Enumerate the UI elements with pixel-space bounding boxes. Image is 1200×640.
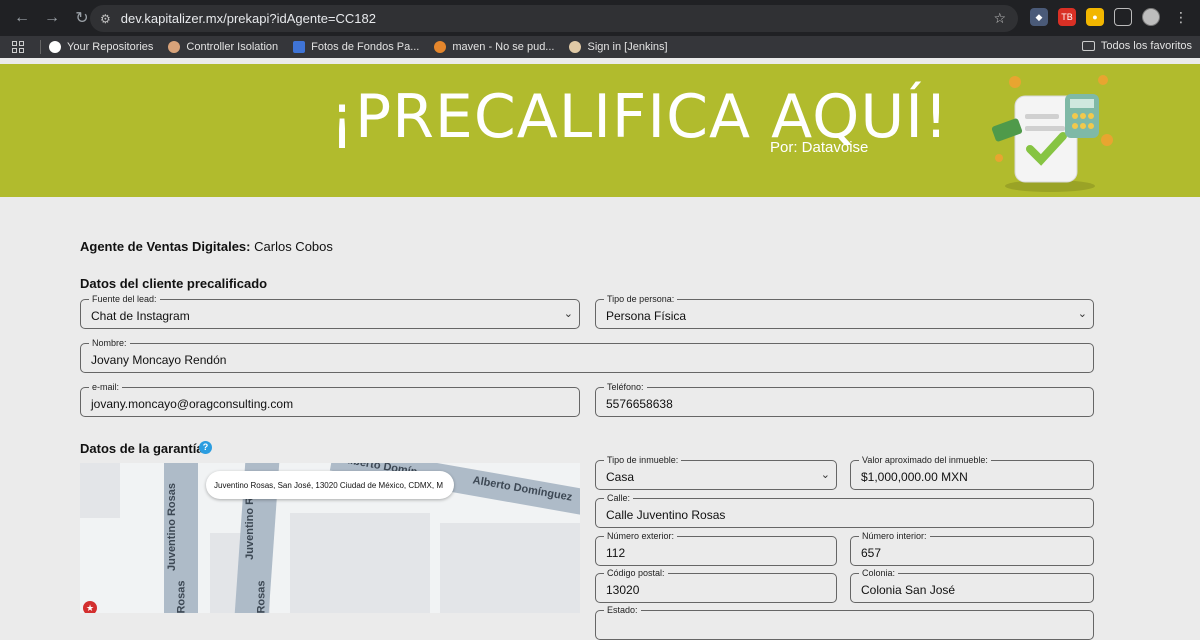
field-value: 5576658638 bbox=[606, 397, 673, 411]
street-field[interactable]: Calle: Calle Juventino Rosas bbox=[595, 492, 1094, 528]
email-field[interactable]: e-mail: jovany.moncayo@oragconsulting.co… bbox=[80, 381, 580, 417]
field-label: Calle: bbox=[604, 492, 634, 504]
map-pin-icon[interactable]: ★ bbox=[83, 601, 97, 613]
help-icon[interactable]: ? bbox=[199, 441, 212, 454]
map-street-label: Juventino Ro bbox=[243, 490, 256, 560]
map-block bbox=[80, 463, 120, 518]
postal-code-field[interactable]: Código postal: 13020 bbox=[595, 567, 837, 603]
github-icon bbox=[49, 41, 61, 53]
site-info-icon[interactable]: ⚙ bbox=[100, 12, 111, 26]
field-label: Código postal: bbox=[604, 567, 668, 579]
back-icon[interactable]: ← bbox=[8, 4, 36, 32]
bookmark-item[interactable]: maven - No se pud... bbox=[434, 41, 554, 53]
chevron-down-icon: ⌄ bbox=[1077, 308, 1087, 320]
bookmark-item[interactable]: Fotos de Fondos Pa... bbox=[293, 41, 419, 53]
field-label: Teléfono: bbox=[604, 381, 647, 393]
bookmark-item[interactable]: Your Repositories bbox=[49, 41, 153, 53]
field-value: Persona Física bbox=[606, 309, 687, 323]
all-bookmarks[interactable]: Todos los favoritos bbox=[1081, 40, 1192, 52]
bookmark-item[interactable]: Controller Isolation bbox=[168, 41, 278, 53]
guarantee-section-title: Datos de la garantía bbox=[80, 441, 204, 456]
field-value: Calle Juventino Rosas bbox=[606, 508, 726, 522]
agent-label: Agente de Ventas Digitales: bbox=[80, 239, 251, 254]
field-label: Número interior: bbox=[859, 530, 930, 542]
folder-icon bbox=[1081, 41, 1095, 51]
form-content: Agente de Ventas Digitales: Carlos Cobos… bbox=[0, 197, 1200, 640]
extension-icon[interactable]: ● bbox=[1086, 8, 1104, 26]
bookmark-item[interactable]: Sign in [Jenkins] bbox=[569, 41, 668, 53]
extension-icon[interactable]: TB bbox=[1058, 8, 1076, 26]
bookmarks-separator bbox=[40, 40, 41, 54]
colonia-field[interactable]: Colonia: Colonia San José bbox=[850, 567, 1094, 603]
field-value: 112 bbox=[606, 546, 626, 560]
hero-subtitle: Por: Datavoise bbox=[770, 139, 869, 156]
client-section-title: Datos del cliente precalificado bbox=[80, 276, 268, 291]
bookmark-label: Your Repositories bbox=[67, 41, 154, 53]
agent-name: Carlos Cobos bbox=[254, 239, 333, 254]
jenkins-icon bbox=[569, 41, 582, 53]
url-text[interactable]: dev.kapitalizer.mx/prekapi?idAgente=CC18… bbox=[121, 11, 376, 26]
page-icon bbox=[293, 41, 306, 53]
phone-field[interactable]: Teléfono: 5576658638 bbox=[595, 381, 1094, 417]
field-value: 657 bbox=[861, 546, 882, 560]
forward-icon[interactable]: → bbox=[38, 4, 66, 32]
menu-icon[interactable]: ⋮ bbox=[1174, 9, 1188, 26]
bookmarks-bar: Your Repositories Controller Isolation F… bbox=[0, 36, 1200, 58]
receipt-calculator-icon bbox=[991, 75, 1113, 192]
property-type-select[interactable]: Tipo de inmueble: Casa ⌄ bbox=[595, 454, 837, 490]
int-number-field[interactable]: Número interior: 657 bbox=[850, 530, 1094, 566]
hero-banner: ¡PRECALIFICA AQUÍ! Por: Datavoise bbox=[0, 64, 1200, 197]
state-field[interactable]: Estado: bbox=[595, 604, 1094, 640]
agent-line: Agente de Ventas Digitales: Carlos Cobos bbox=[80, 239, 333, 254]
jenkins-icon bbox=[168, 41, 181, 53]
field-label: Tipo de inmueble: bbox=[604, 454, 682, 466]
field-label: Fuente del lead: bbox=[89, 293, 160, 305]
map-block bbox=[440, 523, 580, 613]
field-label: e-mail: bbox=[89, 381, 123, 393]
profile-avatar[interactable] bbox=[1142, 8, 1160, 26]
map-block bbox=[290, 513, 430, 613]
maven-icon bbox=[434, 41, 447, 53]
chevron-down-icon: ⌄ bbox=[563, 308, 573, 320]
bookmark-label: Controller Isolation bbox=[186, 41, 279, 53]
field-value: $1,000,000.00 MXN bbox=[861, 470, 968, 484]
field-label: Tipo de persona: bbox=[604, 293, 678, 305]
apps-icon[interactable] bbox=[12, 41, 24, 53]
extension-icon[interactable]: ◆ bbox=[1030, 8, 1048, 26]
field-value: Chat de Instagram bbox=[91, 309, 190, 323]
bookmark-star-icon[interactable]: ☆ bbox=[993, 10, 1006, 27]
map-street-label: Rosas bbox=[175, 580, 188, 613]
map-street-label: Rosas bbox=[255, 580, 268, 613]
map-street-label: Juventino Rosas bbox=[166, 482, 179, 572]
field-label: Nombre: bbox=[89, 337, 130, 349]
bookmark-label: Sign in [Jenkins] bbox=[587, 41, 668, 53]
field-value: 13020 bbox=[606, 583, 640, 597]
field-value: jovany.moncayo@oragconsulting.com bbox=[91, 397, 294, 411]
all-bookmarks-label: Todos los favoritos bbox=[1100, 40, 1192, 52]
location-map[interactable]: Juventino Rosas Juventino Ro Alberto Dom… bbox=[80, 463, 580, 613]
field-label: Número exterior: bbox=[604, 530, 678, 542]
name-field[interactable]: Nombre: Jovany Moncayo Rendón bbox=[80, 337, 1094, 373]
map-address-bubble: Juventino Rosas, San José, 13020 Ciudad … bbox=[206, 471, 454, 499]
chevron-down-icon: ⌄ bbox=[820, 469, 830, 481]
address-bar[interactable]: ⚙ dev.kapitalizer.mx/prekapi?idAgente=CC… bbox=[90, 5, 1018, 32]
property-value-field[interactable]: Valor aproximado del inmueble: $1,000,00… bbox=[850, 454, 1094, 490]
person-type-select[interactable]: Tipo de persona: Persona Física ⌄ bbox=[595, 293, 1094, 329]
bookmark-label: maven - No se pud... bbox=[452, 41, 555, 53]
extensions-area: ◆ TB ● ⋮ bbox=[1030, 8, 1188, 26]
ext-number-field[interactable]: Número exterior: 112 bbox=[595, 530, 837, 566]
browser-toolbar: ← → ↻ ⚙ dev.kapitalizer.mx/prekapi?idAge… bbox=[0, 0, 1200, 36]
field-label: Estado: bbox=[604, 604, 641, 616]
field-value: Colonia San José bbox=[861, 583, 956, 597]
field-label: Colonia: bbox=[859, 567, 899, 579]
field-label: Valor aproximado del inmueble: bbox=[859, 454, 991, 466]
lead-source-select[interactable]: Fuente del lead: Chat de Instagram ⌄ bbox=[80, 293, 580, 329]
puzzle-icon[interactable] bbox=[1114, 8, 1132, 26]
bookmark-label: Fotos de Fondos Pa... bbox=[311, 41, 420, 53]
field-value: Jovany Moncayo Rendón bbox=[91, 353, 227, 367]
field-value: Casa bbox=[606, 470, 635, 484]
